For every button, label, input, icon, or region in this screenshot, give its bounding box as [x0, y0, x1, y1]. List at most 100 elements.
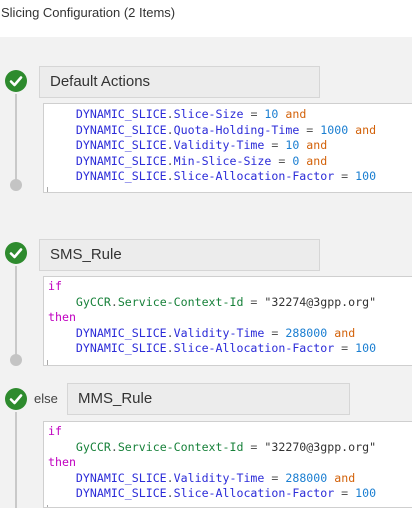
code-token: "32274@3gpp.org": [264, 294, 377, 309]
code-token: if: [48, 279, 62, 293]
code-token: Slice-Allocation-Factor: [173, 169, 335, 183]
code-line: DYNAMIC_SLICE.Slice-Size = 10 and: [44, 107, 412, 123]
check-circle-icon: [5, 242, 27, 264]
text-cursor: [47, 504, 48, 507]
code-token: then: [48, 455, 76, 469]
code-line: DYNAMIC_SLICE.Slice-Allocation-Factor = …: [44, 341, 412, 357]
code-token: and: [299, 153, 328, 168]
code-token: DYNAMIC_SLICE: [48, 153, 167, 168]
code-token: =: [299, 122, 321, 137]
code-token: Validity-Time: [173, 470, 265, 485]
code-token: GyCCR: [48, 294, 111, 309]
rule-code-editor[interactable]: if GyCCR.Service-Context-Id = "32274@3gp…: [43, 276, 412, 366]
page-title-text: Slicing Configuration (2 Items): [1, 5, 176, 20]
code-token: DYNAMIC_SLICE: [48, 138, 167, 152]
rule-name: MMS_Rule: [78, 390, 153, 407]
rule-name-field[interactable]: SMS_Rule: [39, 239, 320, 271]
code-token: =: [334, 169, 356, 183]
code-token: "32270@3gpp.org": [264, 439, 377, 454]
code-token: 100: [355, 486, 377, 500]
code-line: DYNAMIC_SLICE.Validity-Time = 288000 and: [44, 471, 412, 487]
check-circle-icon: [5, 70, 27, 92]
code-token: .: [166, 107, 174, 121]
code-line: DYNAMIC_SLICE.Slice-Allocation-Factor = …: [44, 169, 412, 185]
code-token: .: [166, 470, 174, 485]
code-token: =: [243, 107, 265, 121]
code-token: =: [264, 325, 286, 340]
code-token: if: [48, 424, 62, 438]
code-token: and: [348, 122, 377, 137]
text-cursor: [47, 186, 48, 192]
rule-name: SMS_Rule: [50, 246, 122, 263]
text-cursor: [47, 359, 48, 365]
rule-end-dot: [10, 354, 22, 366]
code-line: if: [44, 279, 412, 295]
code-token: 288000: [285, 325, 328, 340]
code-token: =: [271, 153, 293, 168]
code-token: .: [166, 122, 174, 137]
code-token: 100: [355, 341, 377, 355]
rule-name-field[interactable]: MMS_Rule: [67, 383, 350, 415]
code-line: then: [44, 455, 412, 471]
rule-connector-line: [15, 94, 17, 182]
code-line: DYNAMIC_SLICE.Slice-Allocation-Factor = …: [44, 486, 412, 502]
code-line: GyCCR.Service-Context-Id = "32274@3gpp.o…: [44, 295, 412, 311]
code-token: 10: [264, 107, 279, 121]
rule-name: Default Actions: [50, 73, 151, 90]
code-token: =: [264, 470, 286, 485]
code-token: Slice-Allocation-Factor: [173, 341, 335, 355]
code-token: DYNAMIC_SLICE: [48, 107, 167, 121]
code-token: DYNAMIC_SLICE: [48, 122, 167, 137]
code-token: 10: [285, 138, 300, 152]
code-token: DYNAMIC_SLICE: [48, 486, 167, 500]
code-token: DYNAMIC_SLICE: [48, 169, 167, 183]
code-token: .: [166, 169, 174, 183]
rule-code-editor[interactable]: DYNAMIC_SLICE.Slice-Size = 10 and DYNAMI…: [43, 103, 412, 193]
code-line: DYNAMIC_SLICE.Validity-Time = 10 and: [44, 138, 412, 154]
code-token: =: [334, 341, 356, 355]
code-token: =: [334, 486, 356, 500]
code-token: Min-Slice-Size: [173, 153, 272, 168]
code-token: Validity-Time: [173, 138, 265, 152]
code-line: DYNAMIC_SLICE.Quota-Holding-Time = 1000 …: [44, 123, 412, 139]
rule-connector-line: [15, 412, 17, 508]
code-token: .: [110, 439, 118, 454]
code-token: DYNAMIC_SLICE: [48, 325, 167, 340]
code-token: 100: [355, 169, 377, 183]
check-circle-icon: [5, 388, 27, 410]
code-token: Slice-Allocation-Factor: [173, 486, 335, 500]
code-token: 1000: [320, 122, 349, 137]
code-token: Quota-Holding-Time: [173, 122, 300, 137]
code-token: 288000: [285, 470, 328, 485]
code-token: =: [264, 138, 286, 152]
code-token: =: [243, 294, 265, 309]
code-token: and: [278, 107, 307, 121]
code-token: GyCCR: [48, 439, 111, 454]
rule-code-editor[interactable]: if GyCCR.Service-Context-Id = "32270@3gp…: [43, 421, 412, 508]
code-token: and: [327, 325, 356, 340]
code-token: .: [166, 341, 174, 355]
code-token: and: [299, 138, 328, 152]
code-token: .: [110, 294, 118, 309]
code-line: GyCCR.Service-Context-Id = "32270@3gpp.o…: [44, 440, 412, 456]
code-token: Validity-Time: [173, 325, 265, 340]
code-token: .: [166, 325, 174, 340]
rule-name-field[interactable]: Default Actions: [39, 66, 320, 98]
code-token: then: [48, 310, 76, 324]
code-line: then: [44, 310, 412, 326]
code-token: Service-Context-Id: [117, 439, 244, 454]
page-title: Slicing Configuration (2 Items): [0, 0, 412, 26]
rule-end-dot: [10, 179, 22, 191]
code-token: and: [327, 470, 356, 485]
code-token: Service-Context-Id: [117, 294, 244, 309]
code-token: DYNAMIC_SLICE: [48, 341, 167, 355]
code-token: .: [166, 138, 174, 152]
code-line: DYNAMIC_SLICE.Validity-Time = 288000 and: [44, 326, 412, 342]
rule-connector-line: [15, 266, 17, 357]
code-token: .: [166, 153, 174, 168]
code-line: DYNAMIC_SLICE.Min-Slice-Size = 0 and: [44, 154, 412, 170]
rule-list: Default Actions DYNAMIC_SLICE.Slice-Size…: [0, 37, 412, 508]
else-label: else: [34, 391, 58, 406]
code-token: =: [243, 439, 265, 454]
code-token: Slice-Size: [173, 107, 244, 121]
